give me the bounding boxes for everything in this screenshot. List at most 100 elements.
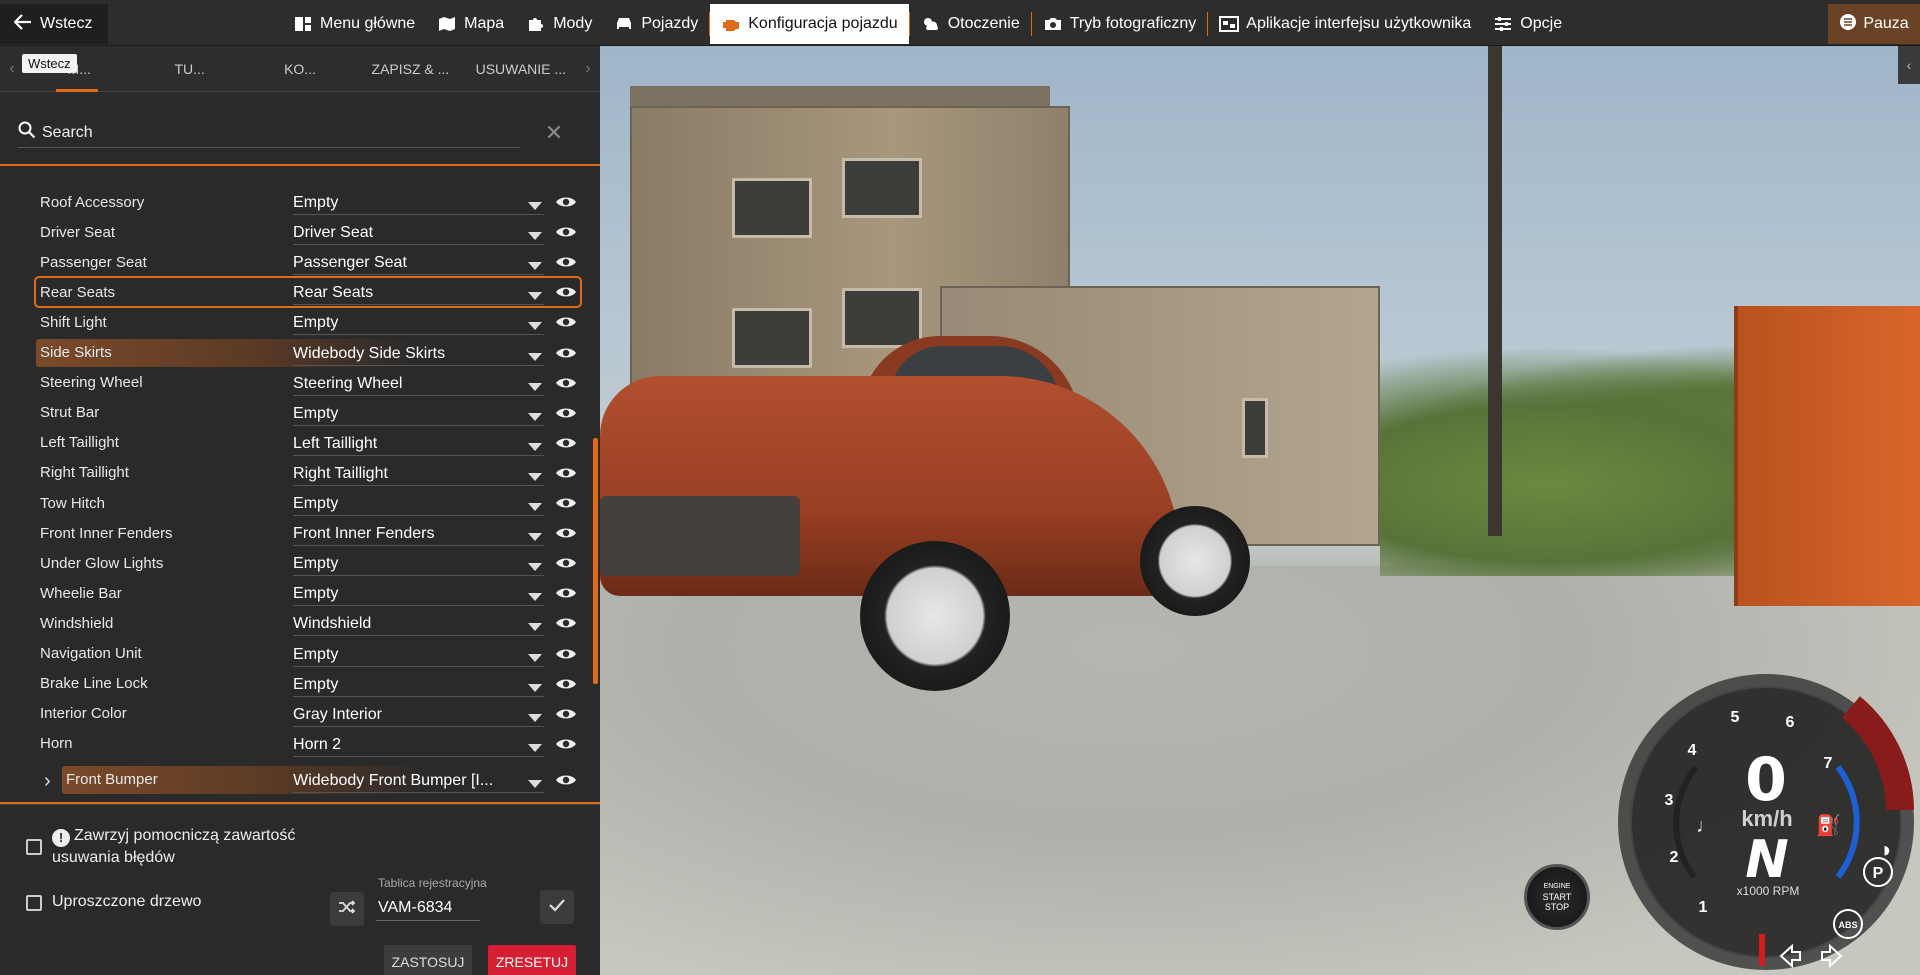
eye-icon[interactable] [552,644,580,664]
part-row[interactable]: Shift Light Empty [36,308,580,336]
tab-save-load[interactable]: ZAPISZ & ... [355,46,465,92]
eye-icon[interactable] [552,770,580,790]
part-dropdown[interactable]: Widebody Side Skirts [293,340,545,366]
part-row[interactable]: Side Skirts Widebody Side Skirts [36,338,580,367]
part-row[interactable]: Under Glow Lights Empty [36,549,580,577]
search-input[interactable]: Search [18,118,520,148]
back-button[interactable]: Wstecz [0,4,108,44]
part-row[interactable]: Roof Accessory Empty [36,188,580,216]
config-tabs: Wstecz ‹ M... TU... KO... ZAPISZ & ... U… [0,46,600,92]
part-row[interactable]: Horn Horn 2 [36,730,580,758]
part-dropdown[interactable]: Empty [293,671,545,697]
part-row[interactable]: Front Bumper Widebody Front Bumper [I... [62,765,580,794]
tabs-scroll-right[interactable]: › [576,60,600,78]
part-row[interactable]: Brake Line Lock Empty [36,670,580,698]
part-dropdown[interactable]: Left Taillight [293,430,545,456]
engine-start-stop-button[interactable]: ENGINE START STOP [1524,864,1590,930]
tab-colors[interactable]: KO... [245,46,355,92]
part-dropdown[interactable]: Empty [293,580,545,607]
eye-icon[interactable] [552,282,580,302]
engine-text: ENGINE [1543,883,1571,890]
part-value: Rear Seats [293,284,374,302]
part-dropdown[interactable]: Empty [293,400,545,426]
part-row[interactable]: Interior Color Gray Interior [36,700,580,728]
eye-icon[interactable] [552,704,580,724]
part-dropdown[interactable]: Empty [293,550,545,577]
nav-mods[interactable]: Mody [515,4,603,44]
debug-content-checkbox[interactable] [26,839,42,855]
eye-icon[interactable] [552,463,580,483]
rpm-tick-label: 2 [1670,849,1679,866]
clear-search-button[interactable]: ✕ [542,118,566,148]
scrollbar-thumb[interactable] [593,438,598,684]
eye-icon[interactable] [552,493,580,513]
part-dropdown[interactable]: Empty [293,309,545,336]
eye-icon[interactable] [552,433,580,453]
nav-options[interactable]: Opcje [1482,4,1573,44]
part-value: Windshield [293,615,372,633]
eye-icon[interactable] [552,252,580,272]
part-dropdown[interactable]: Driver Seat [293,219,545,246]
nav-vehicle-config[interactable]: Konfiguracja pojazdu [710,4,909,44]
license-plate-input[interactable]: VAM-6834 [376,895,480,921]
expand-chevron-icon[interactable]: › [44,770,51,793]
part-row[interactable]: Steering Wheel Steering Wheel [36,369,580,397]
collapse-right-panel-button[interactable]: ‹ [1898,46,1920,84]
part-row[interactable]: Wheelie Bar Empty [36,579,580,607]
eye-icon[interactable] [552,553,580,573]
eye-icon[interactable] [552,373,580,393]
eye-icon[interactable] [552,734,580,754]
eye-icon[interactable] [552,312,580,332]
part-dropdown[interactable]: Empty [293,490,545,516]
part-dropdown[interactable]: Gray Interior [293,701,545,727]
nav-ui-apps[interactable]: Aplikacje interfejsu użytkownika [1208,4,1482,44]
part-dropdown[interactable]: Passenger Seat [293,249,545,276]
reset-button[interactable]: ZRESETUJ [488,945,576,975]
part-row[interactable]: Rear Seats Rear Seats [34,276,582,309]
tab-debug[interactable]: USUWANIE ... [466,46,576,92]
eye-icon[interactable] [552,343,580,363]
svg-text:ABS: ABS [1838,920,1857,930]
nav-photo-mode[interactable]: Tryb fotograficzny [1032,4,1208,44]
simple-tree-checkbox[interactable] [26,895,42,911]
randomize-plate-button[interactable] [330,892,364,926]
eye-icon[interactable] [552,674,580,694]
part-dropdown[interactable]: Empty [293,641,545,667]
eye-icon[interactable] [552,583,580,603]
part-row[interactable]: Windshield Windshield [36,609,580,637]
nav-map[interactable]: Mapa [426,4,515,44]
part-row[interactable]: Tow Hitch Empty [36,489,580,517]
eye-icon[interactable] [552,403,580,423]
part-dropdown[interactable]: Steering Wheel [293,370,545,396]
nav-environment[interactable]: Otoczenie [910,4,1031,44]
rpm-tick-label: 3 [1665,792,1674,809]
tabs-scroll-left[interactable]: ‹ [0,60,24,78]
confirm-plate-button[interactable] [540,890,574,924]
nav-vehicles[interactable]: Pojazdy [603,4,709,44]
part-row[interactable]: Strut Bar Empty [36,399,580,427]
eye-icon[interactable] [552,613,580,633]
part-dropdown[interactable]: Windshield [293,610,545,637]
part-value: Gray Interior [293,705,382,723]
part-label: Under Glow Lights [40,554,164,572]
eye-icon[interactable] [552,523,580,543]
pause-button[interactable]: Pauza [1828,4,1920,44]
part-dropdown[interactable]: Empty [293,189,545,215]
nav-main-menu[interactable]: Menu główne [282,4,426,44]
part-row[interactable]: Driver Seat Driver Seat [36,218,580,246]
eye-icon[interactable] [552,222,580,242]
part-dropdown[interactable]: Rear Seats [293,279,545,306]
part-row[interactable]: Navigation Unit Empty [36,640,580,668]
part-dropdown[interactable]: Right Taillight [293,460,545,486]
part-row[interactable]: Front Inner Fenders Front Inner Fenders [36,519,580,547]
part-row[interactable]: Passenger Seat Passenger Seat [36,248,580,276]
check-icon [548,897,566,918]
tab-tuning[interactable]: TU... [134,46,244,92]
part-dropdown[interactable]: Horn 2 [293,731,545,757]
part-row[interactable]: Left Taillight Left Taillight [36,429,580,457]
part-dropdown[interactable]: Front Inner Fenders [293,520,545,547]
part-dropdown[interactable]: Widebody Front Bumper [I... [293,767,545,793]
eye-icon[interactable] [552,192,580,212]
apply-button[interactable]: ZASTOSUJ [384,945,472,975]
part-row[interactable]: Right Taillight Right Taillight [36,459,580,487]
